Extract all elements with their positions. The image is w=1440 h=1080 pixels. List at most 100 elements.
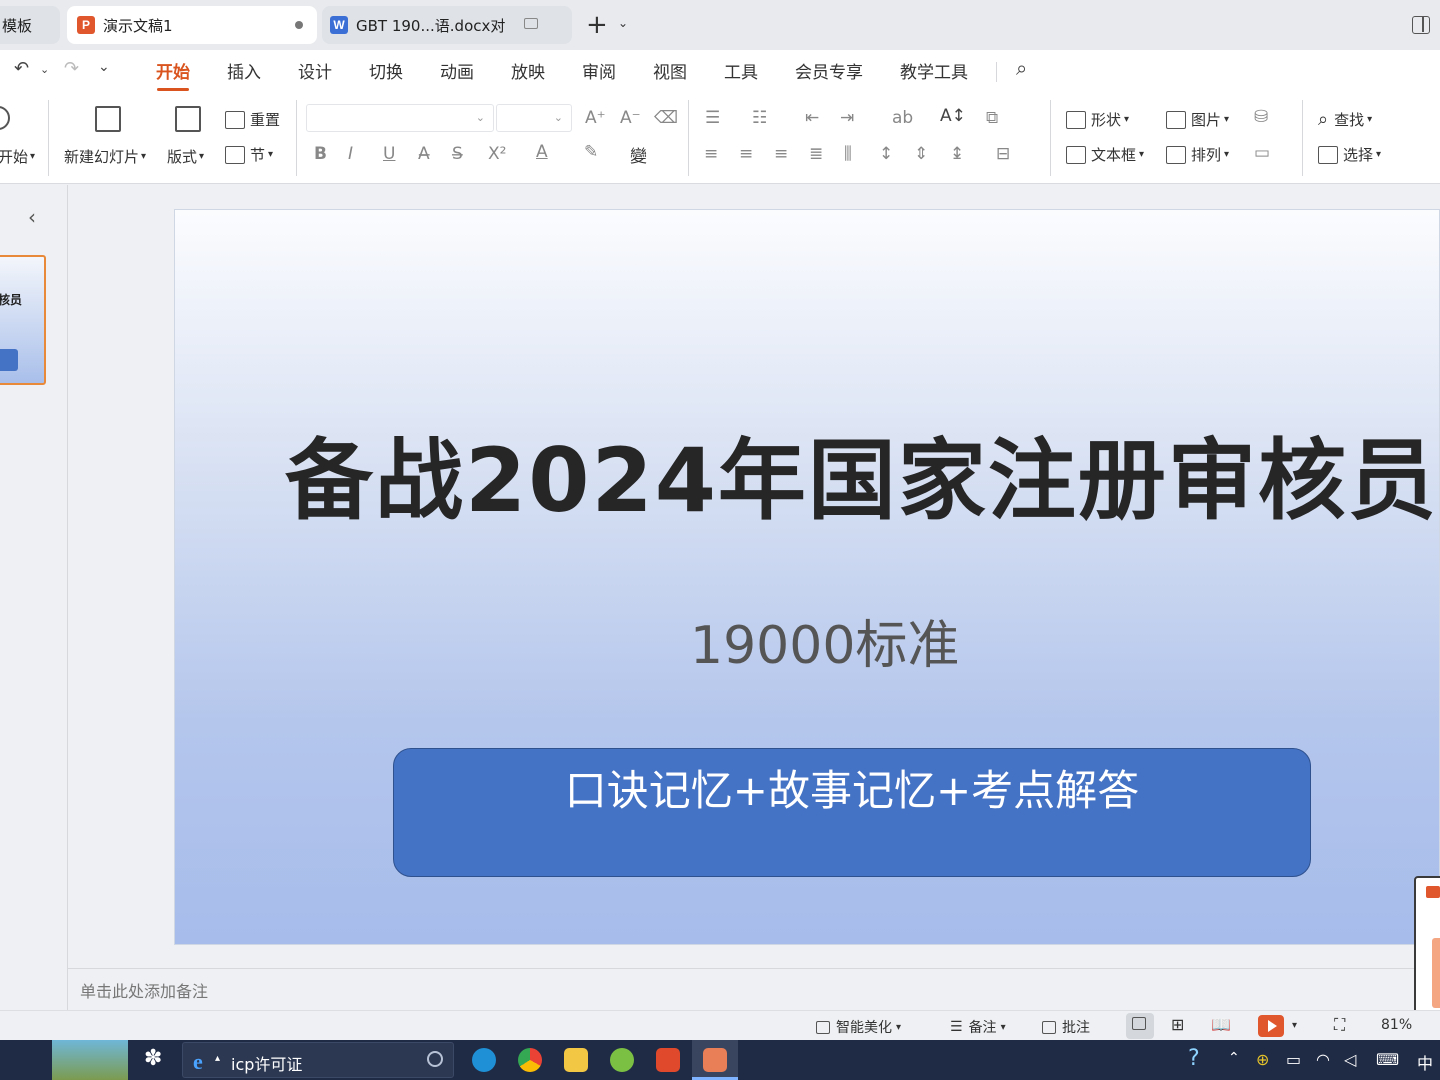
menu-view[interactable]: 视图 [653,58,687,83]
section-button[interactable]: 节 ▾ [225,144,273,165]
convert-smartart-icon[interactable]: ⧉ [986,108,998,128]
menu-tools[interactable]: 工具 [724,58,758,83]
tab-document[interactable]: W GBT 190...语.docx对 [322,6,572,44]
text-direction-icon[interactable]: ab [892,108,913,128]
line-spacing-az-icon[interactable]: A↕ [940,106,966,126]
smart-beautify-button[interactable]: 智能美化 ▾ [816,1017,901,1037]
search-icon[interactable]: ⌕ [1016,56,1027,80]
play-slideshow-icon[interactable] [0,106,10,130]
strikethrough-icon[interactable]: A̶ [418,144,430,164]
increase-indent-icon[interactable]: ⇥ [840,108,854,128]
columns-icon[interactable]: ⫼ [844,144,852,164]
menu-transition[interactable]: 切换 [369,58,403,83]
italic-icon[interactable]: I [348,144,353,164]
increase-font-icon[interactable]: A⁺ [585,108,606,128]
slide[interactable]: 备战2024年国家注册审核员 19000标准 口诀记忆+故事记忆+考点解答 [174,209,1440,945]
tray-app-icon[interactable]: ⊕ [1256,1050,1269,1069]
chrome-icon[interactable] [518,1048,542,1072]
slide-thumbnail[interactable]: 核员 [0,255,46,385]
tab-templates[interactable]: 模板 [0,6,60,44]
normal-view-icon[interactable] [1132,1017,1146,1030]
clear-format-icon[interactable]: ⌫ [654,108,678,128]
more-chevron-icon[interactable]: ⌄ [98,59,110,75]
notes-area[interactable]: 单击此处添加备注 [68,968,1440,1010]
bullet-list-icon[interactable]: ☰ [705,108,720,128]
shape-button[interactable]: 形状 ▾ [1066,109,1129,130]
slide-subtitle[interactable]: 19000标准 [690,603,959,678]
picture-button[interactable]: 图片 ▾ [1166,109,1229,130]
justify-icon[interactable]: ≣ [809,144,823,164]
notes-button[interactable]: ☰ 备注 ▾ [950,1017,1006,1037]
play-icon[interactable] [1258,1015,1284,1037]
start-show-button[interactable]: 开始 ▾ [0,146,35,167]
spacing-options-icon[interactable]: ↨ [950,144,964,164]
menu-member[interactable]: 会员专享 [795,58,863,83]
find-button[interactable]: ⌕ 查找 ▾ [1318,109,1372,130]
tab-presentation[interactable]: P 演示文稿1 [67,6,317,44]
browser-360-icon[interactable] [610,1048,634,1072]
numbered-list-icon[interactable]: ☷ [752,108,767,128]
bold-icon[interactable]: B [314,144,327,164]
unsaved-dot-icon[interactable] [295,21,303,29]
menu-home[interactable]: 开始 [156,58,190,83]
fit-window-icon[interactable]: ⛶ [1334,1015,1345,1035]
reading-view-icon[interactable]: 📖 [1211,1015,1231,1034]
chevron-down-icon[interactable]: ⌄ [40,63,49,76]
layout-button[interactable]: 版式 ▾ [167,146,204,167]
new-slide-button[interactable]: 新建幻灯片 ▾ [64,146,146,167]
slide-sorter-icon[interactable]: ⊞ [1171,1015,1184,1034]
keyboard-icon[interactable]: ⌨ [1376,1050,1399,1069]
undo-icon[interactable]: ↶ [14,58,29,79]
ime-indicator[interactable]: 中 [1417,1050,1433,1074]
font-family-select[interactable]: ⌄ [306,104,494,132]
font-color-icon[interactable]: A [536,142,548,162]
menu-animation[interactable]: 动画 [440,58,474,83]
app-launcher-icon[interactable]: ✽ [144,1046,162,1071]
decrease-font-icon[interactable]: A⁻ [620,108,641,128]
edge-icon[interactable] [472,1048,496,1072]
wps-presentation-icon[interactable] [703,1048,727,1072]
menu-design[interactable]: 设计 [298,58,332,83]
zoom-level[interactable]: 81% [1381,1017,1412,1033]
select-button[interactable]: 选择 ▾ [1318,144,1381,165]
fill-color-icon[interactable]: ⛁ [1254,107,1268,127]
monitor-icon[interactable] [524,18,538,29]
wifi-icon[interactable]: ◠ [1316,1050,1330,1069]
menu-review[interactable]: 审阅 [582,58,616,83]
slide-title[interactable]: 备战2024年国家注册审核员 [285,410,1436,537]
volume-icon[interactable]: ◁ [1344,1050,1356,1069]
paragraph-spacing-icon[interactable]: ⇕ [914,144,928,164]
menu-teaching[interactable]: 教学工具 [900,58,968,83]
line-spacing-icon[interactable]: ↕ [879,144,893,164]
reset-button[interactable]: 重置 [225,109,280,130]
menu-slideshow[interactable]: 放映 [511,58,545,83]
side-panel-icon[interactable] [1412,16,1430,34]
comment-button[interactable]: 批注 [1042,1017,1090,1037]
new-tab-plus-icon[interactable]: + [586,10,608,40]
font-size-select[interactable]: ⌄ [496,104,572,132]
phonetic-icon[interactable]: 變 [630,142,647,167]
slide-highlight-box[interactable]: 口诀记忆+故事记忆+考点解答 [393,748,1311,877]
weather-widget-icon[interactable] [52,1040,128,1080]
align-center-icon[interactable]: ≡ [739,144,753,164]
align-right-icon[interactable]: ≡ [774,144,788,164]
chevron-down-icon[interactable]: ⌄ [618,16,628,30]
redo-icon[interactable]: ↷ [64,58,79,79]
textbox-button[interactable]: 文本框 ▾ [1066,144,1144,165]
align-left-icon[interactable]: ≡ [704,144,718,164]
decrease-indent-icon[interactable]: ⇤ [805,108,819,128]
shadow-icon[interactable]: S̶ [452,144,463,164]
taskbar-search[interactable]: e ▴ icp许可证 [182,1042,454,1078]
wps-icon[interactable] [656,1048,680,1072]
collapse-panel-icon[interactable]: ‹ [28,205,36,229]
superscript-icon[interactable]: X² [488,144,506,164]
tray-chevron-up-icon[interactable]: ⌃ [1228,1050,1240,1066]
floating-window[interactable] [1414,876,1440,1016]
chevron-down-icon[interactable]: ▾ [1292,1020,1297,1031]
highlight-icon[interactable]: ✎ [584,142,598,162]
layout-icon[interactable] [175,106,201,132]
arrange-button[interactable]: 排列 ▾ [1166,144,1229,165]
text-align-icon[interactable]: ⊟ [996,144,1010,164]
outline-icon[interactable]: ▭ [1254,143,1270,163]
new-slide-icon[interactable] [95,106,121,132]
